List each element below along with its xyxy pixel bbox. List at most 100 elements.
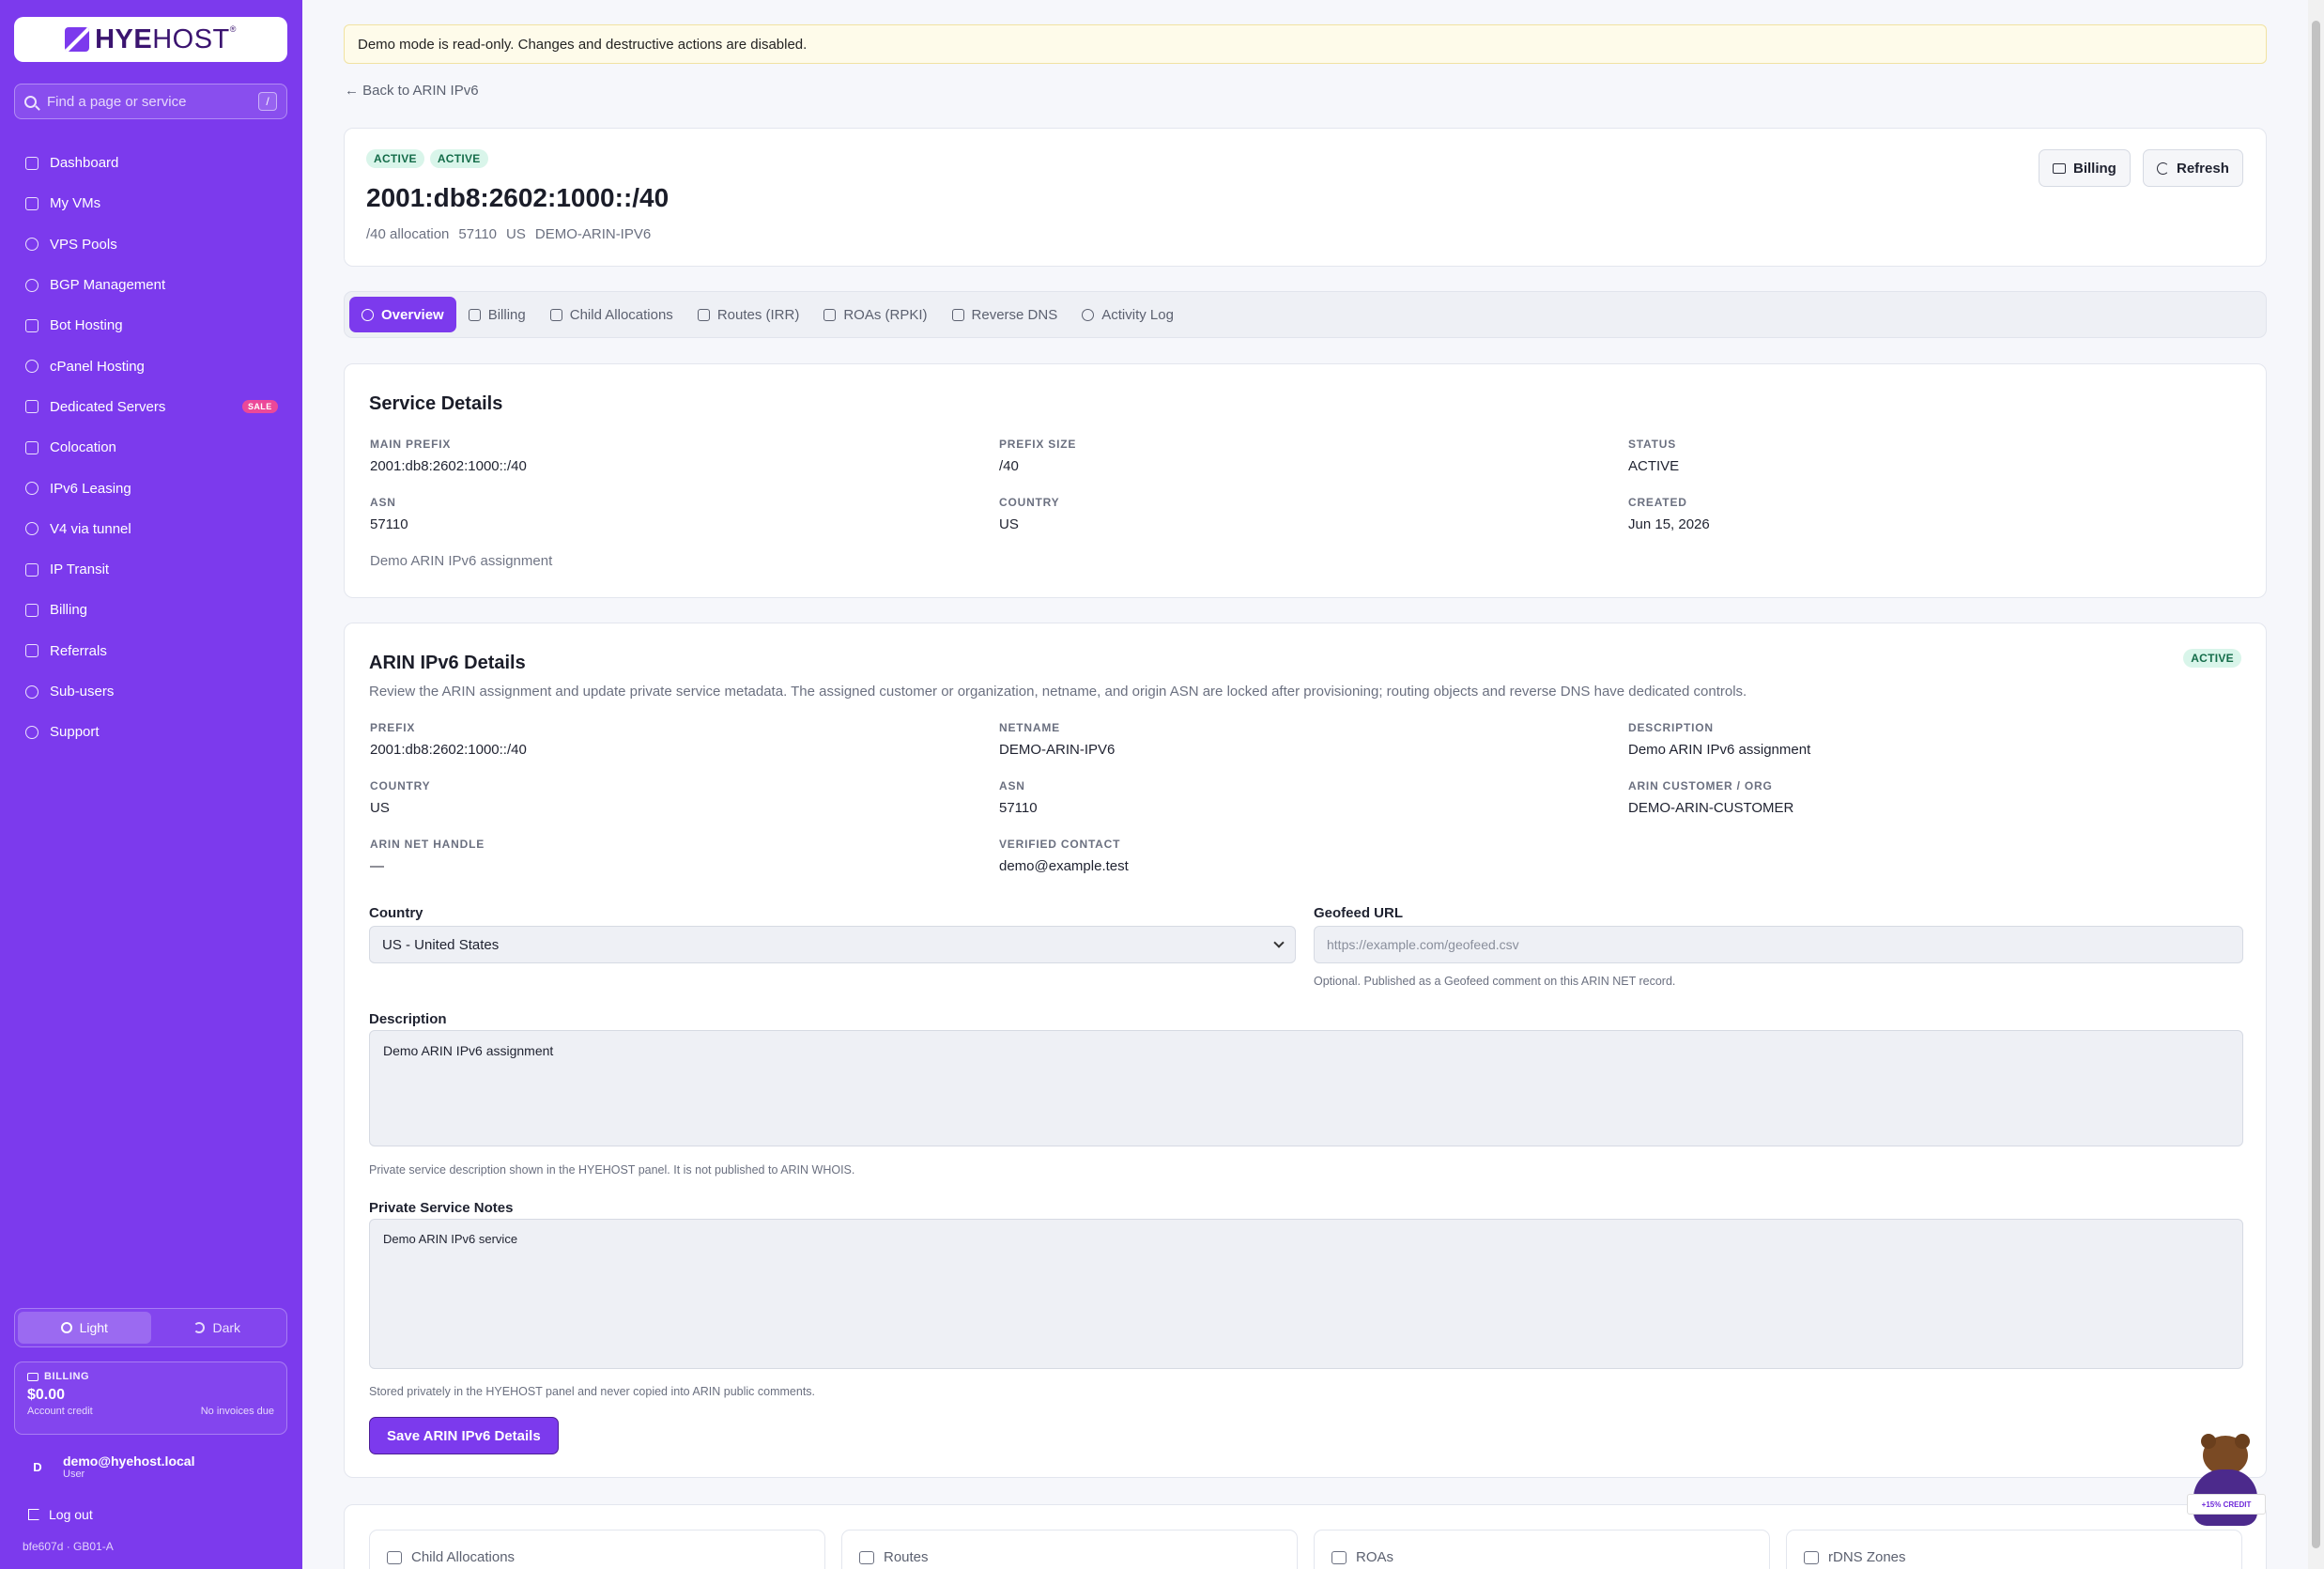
summary-card-rdns-zones[interactable]: rDNS Zones <box>1786 1530 2242 1569</box>
description-hint: Private service description shown in the… <box>369 1163 855 1177</box>
billing-summary-card[interactable]: BILLING $0.00 Account credit No invoices … <box>14 1361 287 1435</box>
service-header: ACTIVE ACTIVE 2001:db8:2602:1000::/40 /40… <box>344 128 2267 267</box>
promo-sign: +15% CREDIT <box>2187 1494 2266 1515</box>
network-icon <box>25 238 38 252</box>
building-icon <box>25 440 38 454</box>
search-shortcut: / <box>258 92 277 111</box>
theme-dark-button[interactable]: Dark <box>151 1312 285 1344</box>
credit-card-icon <box>2053 162 2066 174</box>
sale-badge: SALE <box>242 400 278 414</box>
grid-icon <box>25 156 38 170</box>
tab-activity-log[interactable]: Activity Log <box>1070 297 1186 332</box>
hierarchy-icon <box>549 308 562 321</box>
billing-button[interactable]: Billing <box>2039 149 2131 187</box>
sidebar-item-bot-hosting[interactable]: Bot Hosting <box>14 305 287 346</box>
search-input[interactable] <box>47 93 258 110</box>
save-arin-details-button[interactable]: Save ARIN IPv6 Details <box>369 1417 559 1454</box>
arin-details-card: ARIN IPv6 Details ACTIVE Review the ARIN… <box>344 623 2267 1478</box>
user-menu[interactable]: D demo@hyehost.local User <box>14 1451 287 1483</box>
logo[interactable]: HYEHOST® <box>14 17 287 62</box>
refresh-button[interactable]: Refresh <box>2143 149 2243 187</box>
hierarchy-icon <box>387 1551 402 1564</box>
tab-billing[interactable]: Billing <box>456 297 538 332</box>
sidebar-nav: Dashboard My VMs VPS Pools BGP Managemen… <box>14 143 287 752</box>
summary-card-routes[interactable]: Routes <box>841 1530 1298 1569</box>
back-link[interactable]: ← Back to ARIN IPv6 <box>345 83 479 99</box>
country-select[interactable]: US - United States <box>369 926 1296 963</box>
route-icon <box>25 562 38 577</box>
service-tabs: Overview Billing Child Allocations Route… <box>344 291 2267 338</box>
net-handle-field: ARIN NET HANDLE — <box>370 838 485 874</box>
status-field: STATUS ACTIVE <box>1628 438 1680 474</box>
clock-icon <box>1082 308 1095 321</box>
prefix-field: PREFIX 2001:db8:2602:1000::/40 <box>370 721 527 758</box>
globe-icon <box>25 482 38 496</box>
sidebar-item-dashboard[interactable]: Dashboard <box>14 143 287 183</box>
section-title: ARIN IPv6 Details <box>369 653 526 673</box>
description-textarea[interactable]: Demo ARIN IPv6 assignment <box>369 1030 2243 1146</box>
geofeed-url-input[interactable] <box>1314 926 2243 963</box>
sidebar-item-cpanel-hosting[interactable]: cPanel Hosting <box>14 346 287 386</box>
server-icon <box>951 308 964 321</box>
tab-routes[interactable]: Routes (IRR) <box>685 297 812 332</box>
receipt-icon <box>25 603 38 617</box>
sidebar-item-ipv6-leasing[interactable]: IPv6 Leasing <box>14 468 287 508</box>
section-description: Review the ARIN assignment and update pr… <box>369 684 1747 700</box>
logout-icon <box>28 1509 39 1520</box>
sidebar-item-ip-transit[interactable]: IP Transit <box>14 549 287 590</box>
sidebar-item-my-vms[interactable]: My VMs <box>14 183 287 223</box>
globe-icon <box>25 360 38 374</box>
notes-hint: Stored privately in the HYEHOST panel an… <box>369 1385 816 1398</box>
credit-card-icon <box>468 308 481 321</box>
sidebar-item-support[interactable]: Support <box>14 712 287 752</box>
summary-card-roas[interactable]: ROAs <box>1314 1530 1770 1569</box>
credit-card-icon <box>27 1372 38 1381</box>
logout-button[interactable]: Log out <box>28 1507 93 1522</box>
search-icon <box>24 95 37 108</box>
sidebar-item-sub-users[interactable]: Sub-users <box>14 671 287 712</box>
tab-child-allocations[interactable]: Child Allocations <box>538 297 685 332</box>
status-badge: ACTIVE <box>2183 649 2241 668</box>
sidebar-item-dedicated-servers[interactable]: Dedicated Servers SALE <box>14 387 287 427</box>
shield-icon <box>823 308 837 321</box>
tab-reverse-dns[interactable]: Reverse DNS <box>940 297 1070 332</box>
shield-icon <box>1331 1551 1347 1564</box>
tab-overview[interactable]: Overview <box>349 297 456 332</box>
search-box[interactable]: / <box>14 84 287 119</box>
main-prefix-field: MAIN PREFIX 2001:db8:2602:1000::/40 <box>370 438 527 474</box>
sun-icon <box>60 1322 72 1333</box>
layers-icon <box>859 1551 874 1564</box>
bot-icon <box>25 318 38 332</box>
avatar: D <box>33 1459 42 1474</box>
scrollbar-thumb[interactable] <box>2312 21 2320 1548</box>
country-label: Country <box>369 905 423 921</box>
header-meta: /40 allocation 57110 US DEMO-ARIN-IPV6 <box>366 226 652 242</box>
sidebar-item-referrals[interactable]: Referrals <box>14 631 287 671</box>
theme-toggle: Light Dark <box>14 1308 287 1347</box>
asn-field: ASN 57110 <box>999 779 1038 816</box>
sidebar-item-vps-pools[interactable]: VPS Pools <box>14 224 287 265</box>
network-icon <box>25 522 38 536</box>
org-field: ARIN CUSTOMER / ORG DEMO-ARIN-CUSTOMER <box>1628 779 1794 816</box>
moon-icon <box>193 1322 206 1333</box>
sidebar-item-bgp-management[interactable]: BGP Management <box>14 265 287 305</box>
gift-icon <box>25 644 38 658</box>
server-icon <box>25 196 38 210</box>
description-label: Description <box>369 1011 447 1027</box>
summary-card-child-allocations[interactable]: Child Allocations <box>369 1530 825 1569</box>
build-info: bfe607d · GB01-A <box>23 1540 114 1553</box>
sidebar-item-colocation[interactable]: Colocation <box>14 427 287 468</box>
page-scrollbar[interactable] <box>2308 0 2324 1569</box>
promo-mascot[interactable]: +15% CREDIT <box>2184 1434 2270 1544</box>
geofeed-label: Geofeed URL <box>1314 905 1404 921</box>
refresh-icon <box>2157 162 2169 175</box>
private-notes-textarea[interactable]: Demo ARIN IPv6 service <box>369 1219 2243 1369</box>
prefix-size-field: PREFIX SIZE/40 <box>999 438 1077 474</box>
service-details-card: Service Details MAIN PREFIX 2001:db8:2602… <box>344 363 2267 598</box>
tab-roas[interactable]: ROAs (RPKI) <box>811 297 939 332</box>
theme-light-button[interactable]: Light <box>18 1312 151 1344</box>
geofeed-hint: Optional. Published as a Geofeed comment… <box>1314 975 1676 988</box>
sidebar-item-v4-via-tunnel[interactable]: V4 via tunnel <box>14 509 287 549</box>
sidebar-item-billing[interactable]: Billing <box>14 590 287 630</box>
server-icon <box>25 400 38 414</box>
